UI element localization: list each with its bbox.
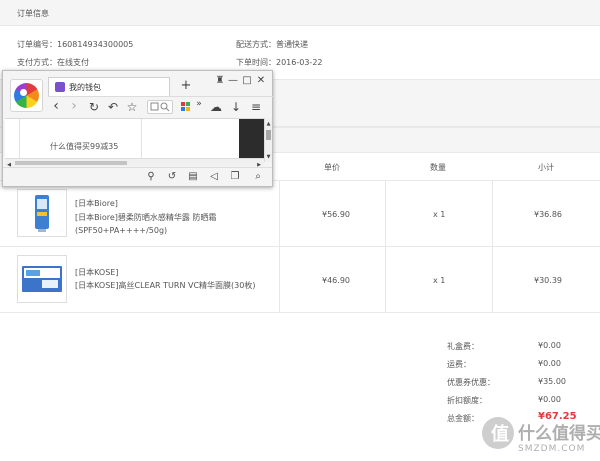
subtotal-header: 小计 [538, 163, 554, 172]
scroll-down-icon[interactable]: ▼ [265, 152, 272, 162]
product-brand: [日本Biore] [75, 199, 118, 208]
face-mask-box-image [22, 266, 62, 292]
order-date-value: 2016-03-22 [276, 58, 323, 67]
promo-caption: 什么值得买99减35 [50, 142, 119, 151]
table-row: [日本Biore] [日本Biore]碧柔防晒水感精华露 防晒霜 (SPF50+… [0, 181, 600, 247]
gift-box-fee-value: ¥0.00 [538, 341, 561, 350]
order-info-title: 订单信息 [17, 9, 49, 18]
quantity: x 1 [433, 210, 446, 219]
unit-price: ¥56.90 [322, 210, 350, 219]
minimize-icon[interactable]: — [228, 76, 238, 86]
discount-amount-label: 折扣额度： [447, 396, 487, 405]
zoom-icon[interactable]: ⌕ [253, 172, 263, 182]
product-name-link[interactable]: [日本Biore]碧柔防晒水感精华露 防晒霜 [75, 212, 216, 223]
price-header: 单价 [324, 163, 340, 172]
payment-value: 在线支付 [57, 58, 89, 67]
subtotal: ¥30.39 [534, 276, 562, 285]
status-bar: ⚲ ↺ ▤ ◁ ❐ ⌕ [3, 167, 272, 186]
product-spec: (SPF50+PA++++/50g) [75, 226, 168, 235]
discount-amount-value: ¥0.00 [538, 395, 561, 404]
skin-icon[interactable]: ♜ [215, 76, 225, 86]
order-number: 订单编号：160814934300005 [17, 39, 133, 50]
undo-icon[interactable]: ↶ [107, 101, 119, 113]
coupon-discount-value: ¥35.00 [538, 377, 566, 386]
close-icon[interactable]: ✕ [256, 76, 266, 86]
order-page: 订单信息 订单编号：160814934300005 配送方式：普通快递 支付方式… [0, 0, 600, 461]
order-date-label: 下单时间： [236, 58, 276, 67]
horizontal-scrollbar[interactable]: ◀ ▶ [5, 158, 264, 168]
speaker-icon[interactable]: ◁ [209, 172, 219, 182]
gift-box-fee-label: 礼盒费： [447, 342, 479, 351]
qty-header: 数量 [430, 163, 446, 172]
product-brand: [日本KOSE] [75, 268, 119, 277]
order-info-header: 订单信息 [0, 0, 600, 26]
share-icon[interactable]: ↺ [167, 172, 177, 182]
payment-method: 支付方式：在线支付 [17, 57, 89, 68]
smzdm-watermark: 值 什么值得买 SMZDM.COM [482, 414, 600, 461]
watermark-glyph: 值 [491, 424, 509, 445]
table-row: [日本KOSE] [日本KOSE]高丝CLEAR TURN VC精华面膜(30枚… [0, 247, 600, 313]
address-search-box[interactable] [147, 100, 173, 114]
popup-content-area: 什么值得买99减35 [5, 118, 264, 159]
product-image[interactable] [17, 255, 67, 303]
menu-icon[interactable]: ≡ [250, 101, 262, 113]
pin-icon[interactable]: ⚲ [146, 172, 156, 182]
coupon-discount-label: 优惠券优惠： [447, 378, 495, 387]
quantity: x 1 [433, 276, 446, 285]
download-icon[interactable]: ↓ [230, 101, 242, 113]
delivery-method: 配送方式：普通快递 [236, 39, 308, 50]
total-amount-label: 总金额： [447, 414, 479, 423]
product-image[interactable] [17, 189, 67, 237]
watermark-title: 什么值得买 [518, 424, 600, 444]
star-icon[interactable]: ☆ [126, 101, 138, 113]
shipping-fee-value: ¥0.00 [538, 359, 561, 368]
search-icon [150, 102, 170, 112]
unit-price: ¥46.90 [322, 276, 350, 285]
delivery-value: 普通快递 [276, 40, 308, 49]
wallet-tab-icon [55, 82, 65, 92]
browser-logo-icon [14, 83, 39, 108]
vertical-scrollbar[interactable]: ▲ ▼ [264, 118, 272, 162]
new-tab-icon[interactable]: + [180, 79, 192, 92]
payment-label: 支付方式： [17, 58, 57, 67]
order-number-value: 160814934300005 [57, 40, 134, 49]
more-extensions-icon[interactable]: » [195, 99, 203, 109]
sunscreen-tube-image [35, 195, 49, 232]
delivery-label: 配送方式： [236, 40, 276, 49]
subtotal: ¥36.86 [534, 210, 562, 219]
trash-icon[interactable]: ▤ [188, 172, 198, 182]
apps-grid-icon[interactable] [181, 102, 191, 112]
back-icon[interactable]: ‹ [51, 99, 61, 113]
scroll-up-icon[interactable]: ▲ [265, 119, 272, 129]
reload-icon[interactable]: ↻ [88, 101, 100, 113]
browser-logo [10, 79, 43, 112]
shipping-fee-label: 运费： [447, 360, 471, 369]
wallet-browser-popup[interactable]: 我的钱包 ♜ — □ ✕ + ‹ › ↻ ↶ ☆ » ☁ ↓ ≡ 什么值得买99… [2, 70, 273, 187]
vertical-scroll-thumb[interactable] [266, 130, 271, 140]
horizontal-scroll-thumb[interactable] [15, 161, 127, 165]
product-name-link[interactable]: [日本KOSE]高丝CLEAR TURN VC精华面膜(30枚) [75, 280, 255, 291]
order-number-label: 订单编号： [17, 40, 57, 49]
tab-title: 我的钱包 [69, 83, 101, 92]
order-date: 下单时间：2016-03-22 [236, 57, 323, 68]
tab-wallet[interactable]: 我的钱包 [48, 77, 170, 96]
watermark-url: SMZDM.COM [518, 444, 586, 454]
dark-panel [239, 119, 264, 159]
cloud-icon[interactable]: ☁ [210, 101, 222, 113]
window-icon[interactable]: ❐ [230, 172, 240, 182]
maximize-icon[interactable]: □ [242, 76, 252, 86]
forward-icon[interactable]: › [69, 99, 79, 113]
